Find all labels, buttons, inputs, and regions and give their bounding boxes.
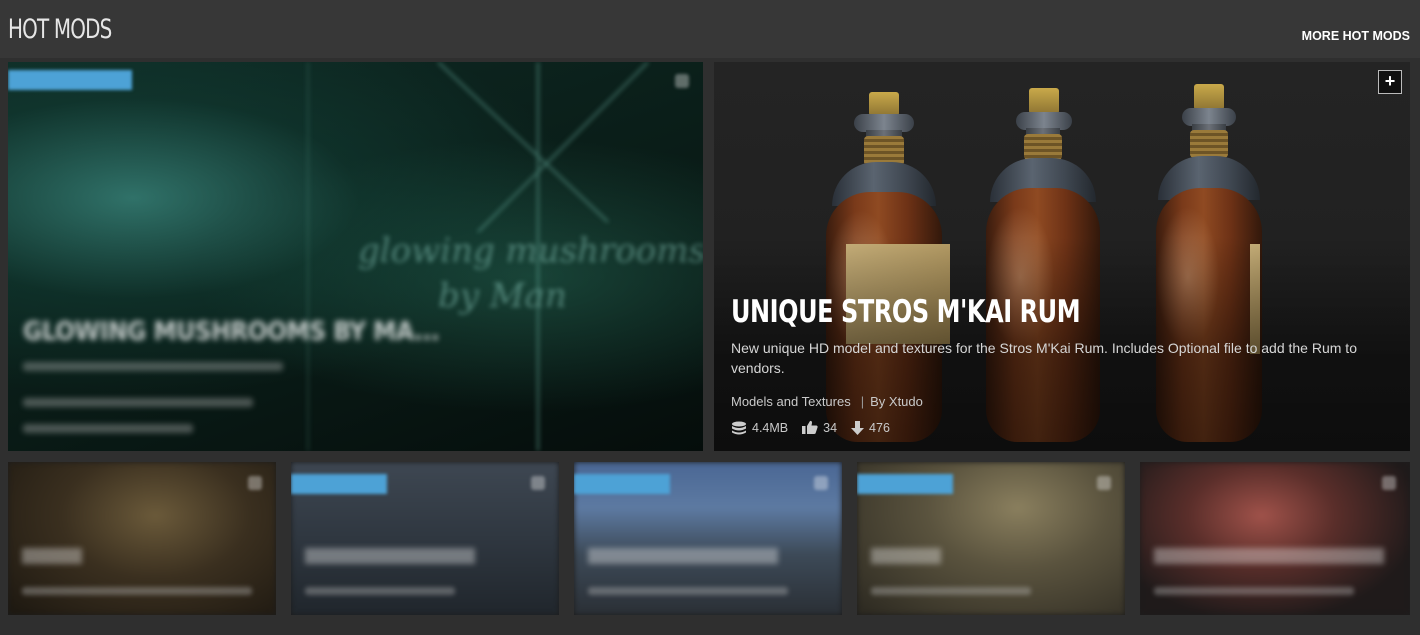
download-count: 476 xyxy=(869,420,890,435)
mod-description: New unique HD model and textures for the… xyxy=(731,340,1357,376)
mod-stats xyxy=(23,424,193,433)
mod-category-link[interactable]: Models and Textures xyxy=(731,394,851,409)
database-icon xyxy=(732,421,746,434)
mod-meta xyxy=(588,587,788,595)
add-icon[interactable] xyxy=(1097,476,1111,490)
mod-meta xyxy=(22,587,252,595)
mod-tile[interactable] xyxy=(857,462,1125,615)
section-title: HOT MODS xyxy=(8,14,112,45)
add-icon[interactable] xyxy=(814,476,828,490)
mod-title xyxy=(1154,548,1384,564)
endorsement-count: 34 xyxy=(823,420,838,435)
endorsement-stat: 34 xyxy=(802,420,837,435)
mod-meta xyxy=(871,587,1031,595)
add-icon[interactable] xyxy=(675,74,689,88)
mod-meta: Models and Textures | By Xtudo xyxy=(731,394,923,409)
add-icon[interactable] xyxy=(1382,476,1396,490)
svg-text:glowing mushrooms: glowing mushrooms xyxy=(358,231,703,271)
mod-author-link[interactable]: By Xtudo xyxy=(870,394,923,409)
header-bar xyxy=(0,0,1420,58)
mod-tile-glowing-mushrooms[interactable]: glowing mushrooms by Man GLOWING MUSHROO… xyxy=(8,62,703,451)
mod-tile[interactable] xyxy=(1140,462,1410,615)
mod-meta xyxy=(305,587,455,595)
thumbs-up-icon xyxy=(802,420,818,434)
mod-meta xyxy=(23,398,253,407)
mod-tile[interactable] xyxy=(574,462,842,615)
mod-thumbnail: glowing mushrooms by Man xyxy=(8,62,703,451)
download-icon xyxy=(851,420,865,435)
mod-title[interactable]: UNIQUE STROS M'KAI RUM xyxy=(731,294,1081,330)
mod-tile-featured[interactable]: + UNIQUE STROS M'KAI RUM New unique HD m… xyxy=(714,62,1410,451)
add-button[interactable]: + xyxy=(1378,70,1402,94)
mod-title: GLOWING MUSHROOMS BY MA... xyxy=(23,317,440,347)
mod-stats: 4.4MB 34 476 xyxy=(731,420,904,435)
mod-title xyxy=(305,548,475,564)
mod-summary xyxy=(23,362,283,371)
file-size: 4.4MB xyxy=(752,420,789,435)
more-hot-mods-link[interactable]: MORE HOT MODS xyxy=(1302,29,1410,43)
download-stat: 476 xyxy=(851,420,890,435)
status-badge xyxy=(291,474,387,494)
svg-text:by Man: by Man xyxy=(438,276,567,316)
mod-tile[interactable] xyxy=(291,462,559,615)
file-size-stat: 4.4MB xyxy=(731,421,788,435)
title-overlay xyxy=(714,62,1410,451)
mod-tile[interactable] xyxy=(8,462,276,615)
status-badge xyxy=(8,70,132,90)
status-badge xyxy=(574,474,670,494)
add-icon[interactable] xyxy=(531,476,545,490)
mod-title xyxy=(588,548,778,564)
mod-title xyxy=(871,548,941,564)
add-icon[interactable] xyxy=(248,476,262,490)
status-badge xyxy=(857,474,953,494)
mod-title xyxy=(22,548,82,564)
mod-meta xyxy=(1154,587,1354,595)
